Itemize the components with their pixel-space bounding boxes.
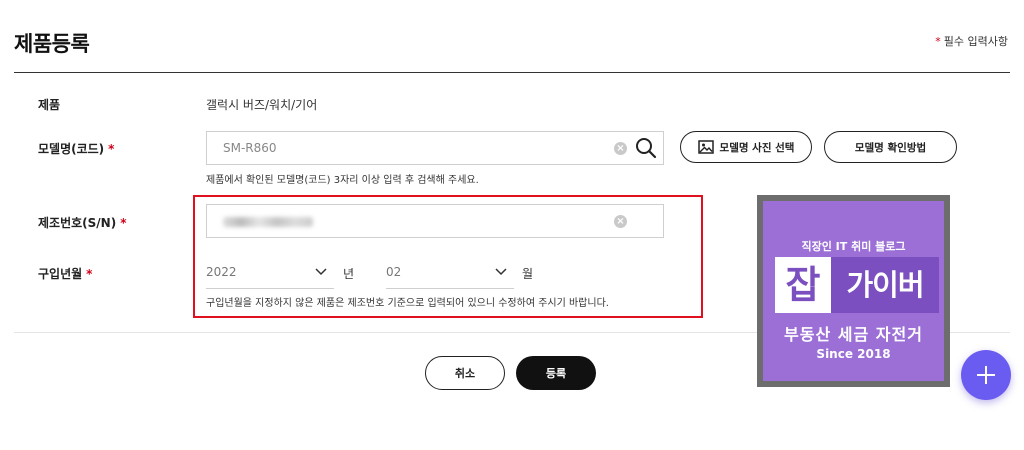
- add-floating-button[interactable]: [961, 350, 1011, 400]
- model-check-method-label: 모델명 확인방법: [854, 141, 927, 154]
- highlight-box: [193, 195, 703, 318]
- required-note: * 필수 입력사항: [935, 33, 1008, 49]
- model-required-star: *: [108, 142, 115, 156]
- plus-icon: [977, 366, 995, 384]
- promo-logo-char: 잡: [775, 257, 831, 313]
- product-value: 갤럭시 버즈/워치/기어: [206, 98, 318, 112]
- blog-promo-banner: 직장인 IT 취미 블로그 잡 가이버 부동산 세금 자전거 Since 201…: [757, 195, 950, 387]
- cancel-button[interactable]: 취소: [425, 356, 505, 390]
- purchase-label: 구입년월 *: [38, 265, 92, 282]
- required-note-text: 필수 입력사항: [943, 35, 1008, 48]
- required-star: *: [935, 35, 941, 48]
- purchase-label-text: 구입년월: [38, 267, 83, 281]
- header-divider: [14, 72, 1010, 73]
- page-title: 제품등록: [14, 32, 90, 56]
- submit-button[interactable]: 등록: [516, 356, 596, 390]
- serial-label: 제조번호(S/N) *: [38, 214, 126, 231]
- purchase-required-star: *: [86, 267, 93, 281]
- model-label-text: 모델명(코드): [38, 142, 105, 156]
- photo-icon: [697, 140, 714, 154]
- search-icon[interactable]: [635, 137, 657, 159]
- serial-label-text: 제조번호(S/N): [38, 216, 117, 230]
- model-input[interactable]: SM-R860 ×: [206, 131, 664, 165]
- model-check-method-button[interactable]: 모델명 확인방법: [824, 131, 957, 163]
- model-help-text: 제품에서 확인된 모델명(코드) 3자리 이상 입력 후 검색해 주세요.: [206, 175, 479, 186]
- promo-topics: 부동산 세금 자전거: [784, 325, 923, 344]
- promo-background: 직장인 IT 취미 블로그 잡 가이버 부동산 세금 자전거 Since 201…: [763, 201, 944, 381]
- promo-logo-word: 가이버: [831, 257, 939, 313]
- model-photo-select-button[interactable]: 모델명 사진 선택: [680, 131, 812, 163]
- clear-icon[interactable]: ×: [614, 142, 627, 155]
- serial-required-star: *: [120, 216, 127, 230]
- model-input-value: SM-R860: [223, 141, 277, 155]
- promo-tagline: 직장인 IT 취미 블로그: [801, 240, 906, 253]
- product-label: 제품: [38, 98, 61, 112]
- promo-since: Since 2018: [816, 347, 891, 361]
- model-label: 모델명(코드) *: [38, 140, 114, 157]
- model-photo-select-label: 모델명 사진 선택: [719, 141, 795, 154]
